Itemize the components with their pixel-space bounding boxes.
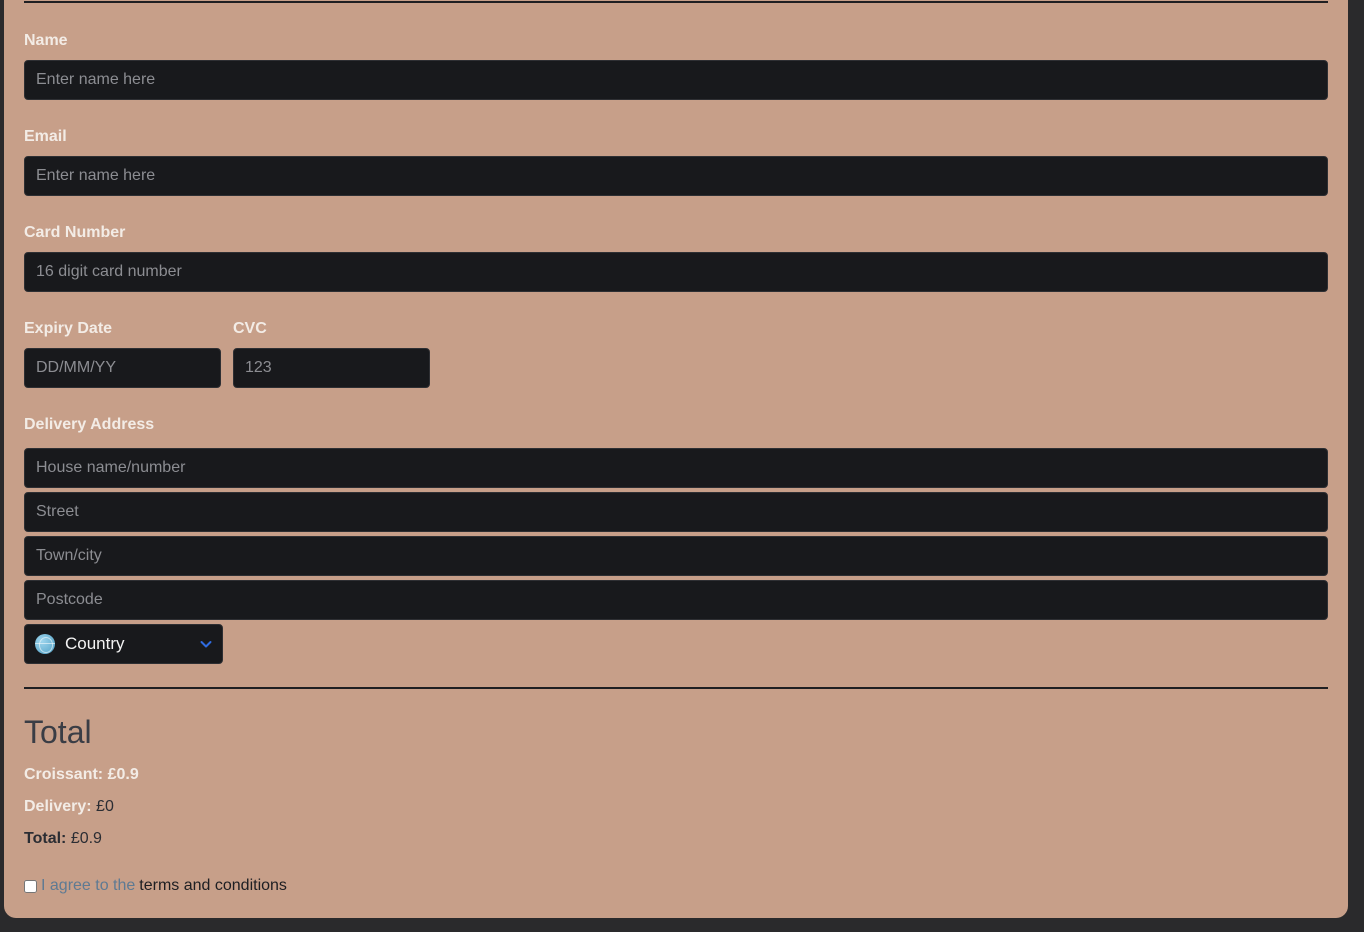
delivery-label: Delivery: bbox=[24, 798, 92, 815]
expiry-date-label: Expiry Date bbox=[24, 320, 113, 337]
total-value: £0.9 bbox=[70, 830, 102, 847]
terms-checkbox[interactable] bbox=[24, 879, 37, 893]
terms-row: I agree to the terms and conditions bbox=[24, 877, 287, 895]
delivery-address-label: Delivery Address bbox=[24, 416, 155, 433]
card-number-input[interactable] bbox=[24, 252, 1328, 292]
name-label: Name bbox=[24, 32, 68, 49]
email-input[interactable] bbox=[24, 156, 1328, 196]
town-input[interactable] bbox=[24, 536, 1328, 576]
delivery-value: £0 bbox=[96, 798, 114, 815]
terms-link[interactable]: terms and conditions bbox=[139, 877, 287, 895]
item-label: Croissant: bbox=[24, 766, 104, 783]
card-number-label: Card Number bbox=[24, 224, 126, 241]
total-label: Total: bbox=[24, 830, 67, 847]
country-select-label: Country bbox=[65, 634, 125, 653]
terms-prefix: I agree to the bbox=[41, 877, 136, 894]
delivery-line: Delivery: £0 bbox=[24, 798, 114, 816]
house-input[interactable] bbox=[24, 448, 1328, 488]
cvc-label: CVC bbox=[233, 320, 267, 337]
street-input[interactable] bbox=[24, 492, 1328, 532]
email-label: Email bbox=[24, 128, 67, 145]
expiry-date-input[interactable] bbox=[24, 348, 221, 388]
item-line: Croissant: £0.9 bbox=[24, 766, 139, 784]
name-input[interactable] bbox=[24, 60, 1328, 100]
checkout-card: Name Email Card Number Expiry Date CVC D… bbox=[4, 0, 1348, 918]
globe-icon bbox=[35, 634, 55, 654]
total-heading: Total bbox=[24, 714, 92, 750]
postcode-input[interactable] bbox=[24, 580, 1328, 620]
total-line: Total: £0.9 bbox=[24, 830, 102, 848]
cvc-input[interactable] bbox=[233, 348, 430, 388]
country-select[interactable]: Country bbox=[24, 624, 223, 664]
summary-divider bbox=[24, 687, 1328, 689]
chevron-down-icon bbox=[200, 641, 212, 648]
item-value: £0.9 bbox=[107, 766, 139, 783]
top-divider bbox=[24, 1, 1328, 3]
